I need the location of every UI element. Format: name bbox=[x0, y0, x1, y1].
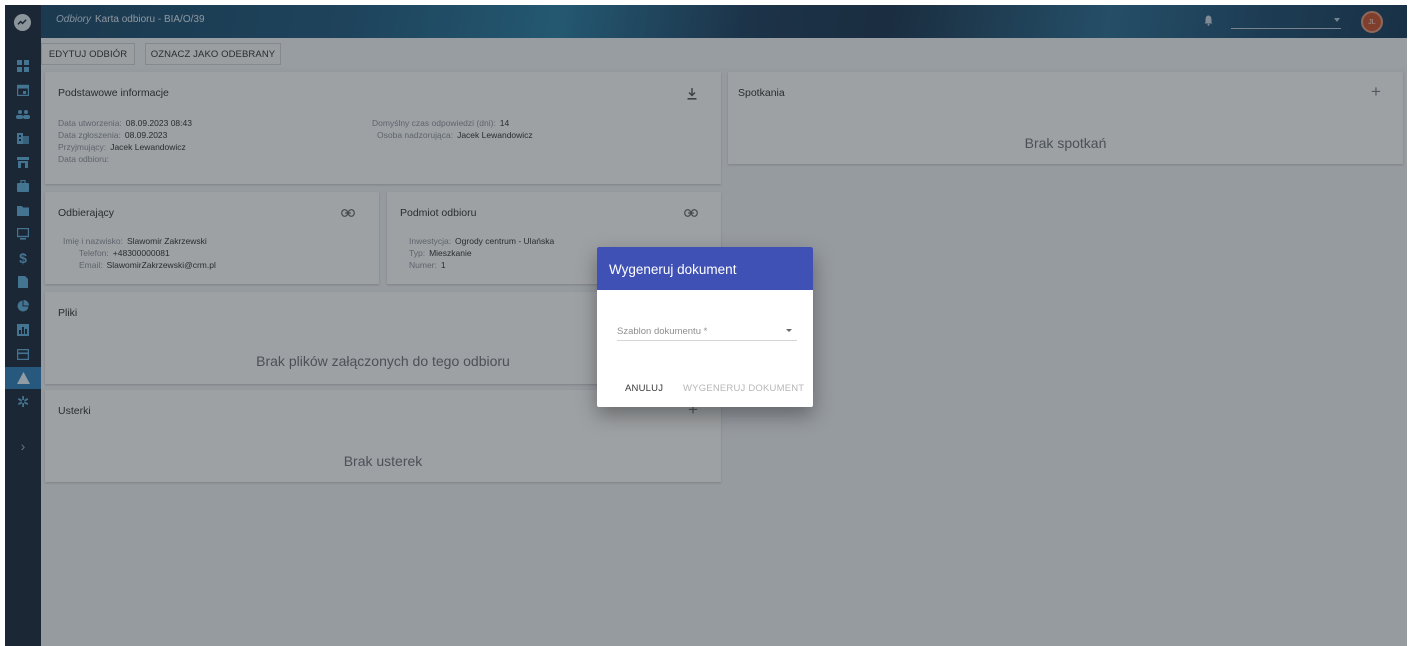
template-select-underline bbox=[617, 340, 797, 341]
generate-document-dialog: Wygeneruj dokument Szablon dokumentu * A… bbox=[597, 247, 813, 407]
dialog-title: Wygeneruj dokument bbox=[609, 262, 737, 277]
template-select[interactable]: Szablon dokumentu * bbox=[617, 326, 707, 337]
chevron-down-icon[interactable] bbox=[786, 329, 792, 332]
cancel-button[interactable]: ANULUJ bbox=[625, 383, 663, 394]
dialog-header: Wygeneruj dokument bbox=[597, 247, 813, 290]
generate-document-button[interactable]: WYGENERUJ DOKUMENT bbox=[683, 383, 804, 394]
